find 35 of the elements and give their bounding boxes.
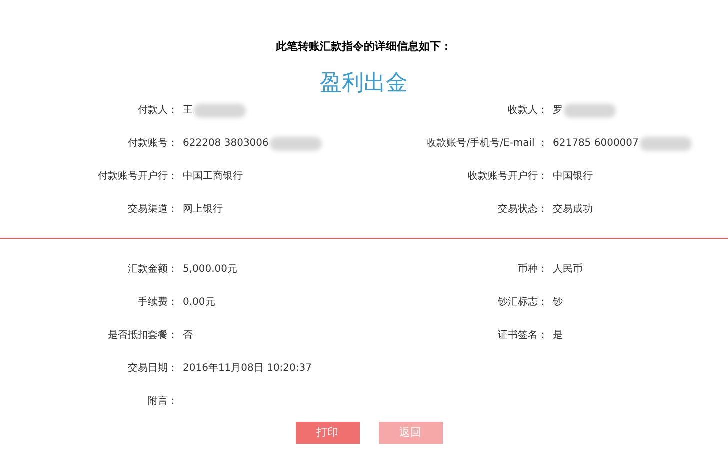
- field-label: 钞汇标志：: [498, 297, 548, 308]
- field-value: 人民币: [553, 262, 583, 277]
- field-value: 中国银行: [553, 170, 593, 184]
- field-label: 付款人：: [138, 105, 178, 116]
- field-label: 手续费：: [138, 297, 178, 308]
- field-value: 罗: [553, 104, 563, 118]
- back-button[interactable]: 返回: [378, 422, 442, 444]
- field-value: 中国工商银行: [183, 170, 243, 184]
- field-value: 钞: [553, 296, 563, 310]
- field-label: 交易渠道：: [128, 204, 178, 215]
- field-value: 2016年11月08日 10:20:37: [183, 362, 312, 376]
- field-value: 网上银行: [183, 202, 223, 217]
- field-label: 收款人：: [508, 105, 548, 116]
- field-value: 621785 6000007: [553, 137, 639, 151]
- field-label: 付款账号：: [128, 138, 178, 149]
- field-value: 王: [183, 104, 193, 118]
- field-label: 币种：: [518, 264, 548, 275]
- page-heading: 此笔转账汇款指令的详细信息如下：: [276, 40, 452, 54]
- field-label: 汇款金额：: [128, 264, 178, 275]
- field-label: 交易日期：: [128, 363, 178, 374]
- print-button[interactable]: 打印: [296, 422, 360, 444]
- field-label: 收款账号/手机号/E-mail ：: [426, 138, 548, 149]
- field-label: 付款账号开户行：: [98, 171, 178, 182]
- field-value: 是: [553, 329, 563, 343]
- field-value: 5,000.00元: [183, 263, 238, 277]
- field-value: 交易成功: [553, 202, 593, 217]
- field-value: 否: [183, 329, 193, 343]
- field-label: 附言：: [148, 396, 178, 407]
- field-label: 证书签名：: [498, 330, 548, 341]
- field-value: 622208 3803006: [183, 137, 269, 151]
- field-label: 收款账号开户行：: [468, 171, 548, 182]
- page-title: 盈利出金: [320, 70, 408, 98]
- field-label: 交易状态：: [498, 204, 548, 215]
- field-label: 是否抵扣套餐：: [108, 330, 178, 341]
- field-value: 0.00元: [183, 296, 216, 310]
